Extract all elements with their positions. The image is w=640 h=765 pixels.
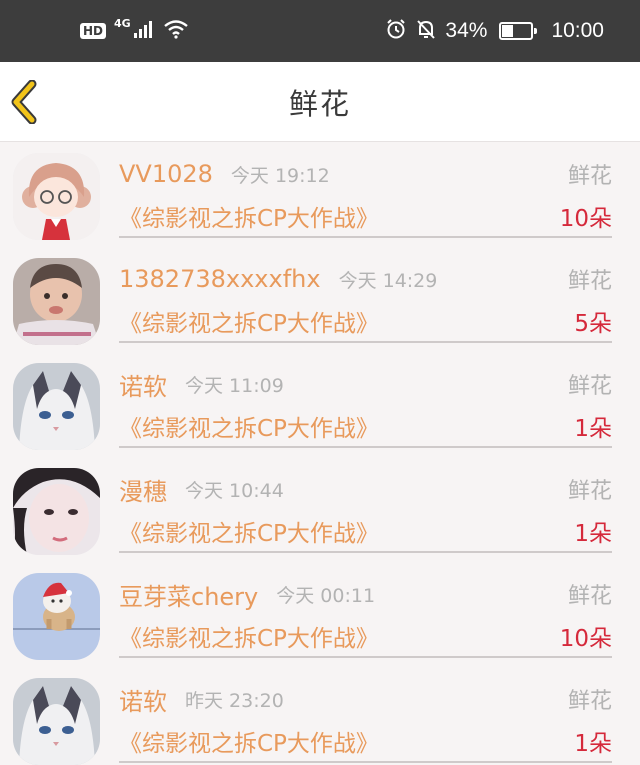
username[interactable]: 1382738xxxxfhx xyxy=(119,265,321,293)
show-title-link[interactable]: 《综影视之拆CP大作战》 xyxy=(119,514,379,548)
timestamp: 今天 00:11 xyxy=(276,584,376,607)
battery-percent: 34% xyxy=(445,19,488,42)
username[interactable]: 漫穗 xyxy=(119,472,167,507)
gift-list: VV1028 今天 19:12 鲜花 《综影视之拆CP大作战》 10朵 1382… xyxy=(0,143,640,765)
item-detail: 《综影视之拆CP大作战》 5朵 xyxy=(119,303,612,339)
clock: 10:00 xyxy=(551,19,604,42)
gift-count: 5朵 xyxy=(574,311,612,337)
page-title: 鲜花 xyxy=(288,86,351,121)
list-item[interactable]: 漫穗 今天 10:44 鲜花 《综影视之拆CP大作战》 1朵 xyxy=(0,458,640,563)
alarm-icon xyxy=(385,18,407,44)
avatar[interactable] xyxy=(13,153,100,240)
divider xyxy=(119,761,612,763)
avatar[interactable] xyxy=(13,468,100,555)
item-detail: 《综影视之拆CP大作战》 10朵 xyxy=(119,198,612,234)
divider xyxy=(119,656,612,658)
header: 鲜花 xyxy=(0,62,640,142)
divider xyxy=(119,446,612,448)
show-title-link[interactable]: 《综影视之拆CP大作战》 xyxy=(119,409,379,443)
show-title-link[interactable]: 《综影视之拆CP大作战》 xyxy=(119,724,379,758)
item-header: 诺软 今天 11:09 鲜花 xyxy=(119,367,612,401)
show-title-link[interactable]: 《综影视之拆CP大作战》 xyxy=(119,619,379,653)
gift-type: 鲜花 xyxy=(567,269,612,294)
show-title-link[interactable]: 《综影视之拆CP大作战》 xyxy=(119,304,379,338)
item-detail: 《综影视之拆CP大作战》 1朵 xyxy=(119,723,612,759)
show-title-link[interactable]: 《综影视之拆CP大作战》 xyxy=(119,199,379,233)
battery-fill xyxy=(502,25,513,37)
avatar[interactable] xyxy=(13,573,100,660)
item-header: 豆芽菜chery 今天 00:11 鲜花 xyxy=(119,577,612,611)
gift-type: 鲜花 xyxy=(567,689,612,714)
gift-count: 10朵 xyxy=(559,626,612,652)
timestamp: 今天 11:09 xyxy=(185,374,284,397)
item-header: VV1028 今天 19:12 鲜花 xyxy=(119,157,612,191)
username[interactable]: 诺软 xyxy=(119,367,167,402)
list-item[interactable]: 豆芽菜chery 今天 00:11 鲜花 《综影视之拆CP大作战》 10朵 xyxy=(0,563,640,668)
timestamp: 昨天 23:20 xyxy=(185,689,284,712)
gift-type: 鲜花 xyxy=(567,164,612,189)
gift-count: 1朵 xyxy=(574,416,612,442)
chevron-left-icon xyxy=(11,80,37,124)
list-item[interactable]: VV1028 今天 19:12 鲜花 《综影视之拆CP大作战》 10朵 xyxy=(0,143,640,248)
gift-count: 1朵 xyxy=(574,521,612,547)
username[interactable]: 诺软 xyxy=(119,682,167,717)
avatar[interactable] xyxy=(13,363,100,450)
mute-bell-icon xyxy=(415,18,437,44)
divider xyxy=(119,236,612,238)
username[interactable]: VV1028 xyxy=(119,160,213,188)
timestamp: 今天 14:29 xyxy=(338,269,438,292)
wifi-icon xyxy=(163,19,189,43)
status-right: 34% 10:00 xyxy=(385,18,604,44)
signal-icon xyxy=(133,19,155,43)
item-header: 漫穗 今天 10:44 鲜花 xyxy=(119,472,612,506)
username[interactable]: 豆芽菜chery xyxy=(119,577,258,612)
gift-type: 鲜花 xyxy=(567,374,612,399)
gift-type: 鲜花 xyxy=(567,479,612,504)
timestamp: 今天 19:12 xyxy=(230,164,330,187)
network-type: 4G xyxy=(114,16,131,30)
gift-count: 1朵 xyxy=(574,731,612,757)
status-bar: HD 4G 34% 10:00 xyxy=(0,0,640,62)
item-header: 诺软 昨天 23:20 鲜花 xyxy=(119,682,612,716)
back-button[interactable] xyxy=(4,78,44,126)
item-detail: 《综影视之拆CP大作战》 1朵 xyxy=(119,513,612,549)
list-item[interactable]: 诺软 昨天 23:20 鲜花 《综影视之拆CP大作战》 1朵 xyxy=(0,668,640,765)
status-left: HD 4G xyxy=(80,16,189,43)
item-detail: 《综影视之拆CP大作战》 10朵 xyxy=(119,618,612,654)
item-detail: 《综影视之拆CP大作战》 1朵 xyxy=(119,408,612,444)
timestamp: 今天 10:44 xyxy=(185,479,284,502)
list-item[interactable]: 1382738xxxxfhx 今天 14:29 鲜花 《综影视之拆CP大作战》 … xyxy=(0,248,640,353)
divider xyxy=(119,341,612,343)
gift-type: 鲜花 xyxy=(567,584,612,609)
gift-count: 10朵 xyxy=(559,206,612,232)
list-item[interactable]: 诺软 今天 11:09 鲜花 《综影视之拆CP大作战》 1朵 xyxy=(0,353,640,458)
divider xyxy=(119,551,612,553)
item-header: 1382738xxxxfhx 今天 14:29 鲜花 xyxy=(119,262,612,296)
avatar[interactable] xyxy=(13,258,100,345)
hd-badge: HD xyxy=(80,23,107,39)
avatar[interactable] xyxy=(13,678,100,765)
battery-icon xyxy=(499,22,538,40)
